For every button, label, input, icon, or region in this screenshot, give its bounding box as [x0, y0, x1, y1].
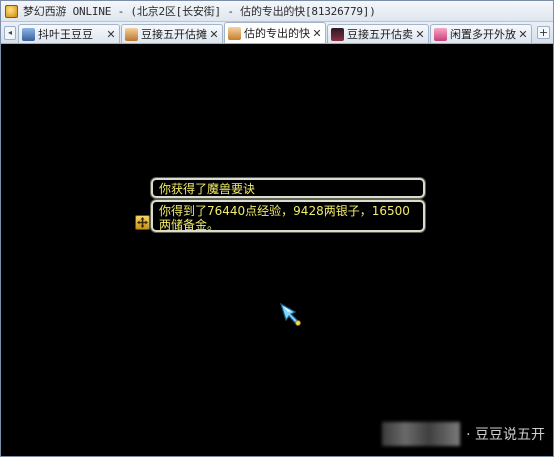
tab-2[interactable]: 豆接五开估摊 ✕: [121, 24, 223, 43]
reward-item-text: 你获得了魔兽要诀: [159, 182, 256, 196]
tab-5[interactable]: 闲置多开外放 ✕: [430, 24, 532, 43]
watermark-text: · 豆豆说五开: [466, 427, 545, 443]
reward-message-item: 你获得了魔兽要诀: [151, 178, 425, 198]
tab-scroll-left-button[interactable]: ◂: [4, 26, 16, 40]
game-viewport[interactable]: 你获得了魔兽要诀 你得到了76440点经验，9428两银子，16500两储备金。…: [1, 44, 553, 456]
close-icon[interactable]: ✕: [415, 28, 425, 41]
tab-bar: ◂ 抖叶王豆豆 ✕ 豆接五开估摊 ✕ 估的专出的快 ✕ 豆接五开估卖 ✕ 闲置多…: [1, 22, 553, 44]
tab-label: 豆接五开估摊: [141, 28, 207, 41]
move-handle-icon[interactable]: [135, 215, 150, 230]
reward-exp-text: 你得到了76440点经验，9428两银子，16500两储备金。: [159, 204, 410, 232]
avatar-icon: [228, 26, 241, 40]
close-icon[interactable]: ✕: [312, 27, 322, 40]
tab-label: 估的专出的快: [244, 27, 310, 40]
tab-4[interactable]: 豆接五开估卖 ✕: [327, 24, 429, 43]
avatar-icon: [331, 27, 344, 41]
watermark-blur: [382, 422, 461, 446]
tab-label: 闲置多开外放: [450, 28, 516, 41]
window-title: 梦幻西游 ONLINE - (北京2区[长安街] - 估的专出的快[813267…: [23, 5, 376, 18]
tab-label: 抖叶王豆豆: [38, 28, 93, 41]
add-tab-button[interactable]: +: [537, 26, 550, 39]
game-window: 梦幻西游 ONLINE - (北京2区[长安街] - 估的专出的快[813267…: [0, 0, 554, 457]
tab-3-active[interactable]: 估的专出的快 ✕: [224, 22, 326, 43]
tab-label: 豆接五开估卖: [347, 28, 413, 41]
title-bar[interactable]: 梦幻西游 ONLINE - (北京2区[长安街] - 估的专出的快[813267…: [1, 1, 553, 22]
close-icon[interactable]: ✕: [106, 28, 116, 41]
game-cursor-icon: [279, 302, 305, 328]
avatar-icon: [22, 27, 35, 41]
reward-message-exp: 你得到了76440点经验，9428两银子，16500两储备金。: [151, 200, 425, 232]
avatar-icon: [125, 27, 138, 41]
app-icon: [5, 4, 18, 18]
close-icon[interactable]: ✕: [518, 28, 528, 41]
close-icon[interactable]: ✕: [209, 28, 219, 41]
avatar-icon: [434, 27, 447, 41]
watermark: · 豆豆说五开: [382, 422, 545, 446]
tab-1[interactable]: 抖叶王豆豆 ✕: [18, 24, 120, 43]
